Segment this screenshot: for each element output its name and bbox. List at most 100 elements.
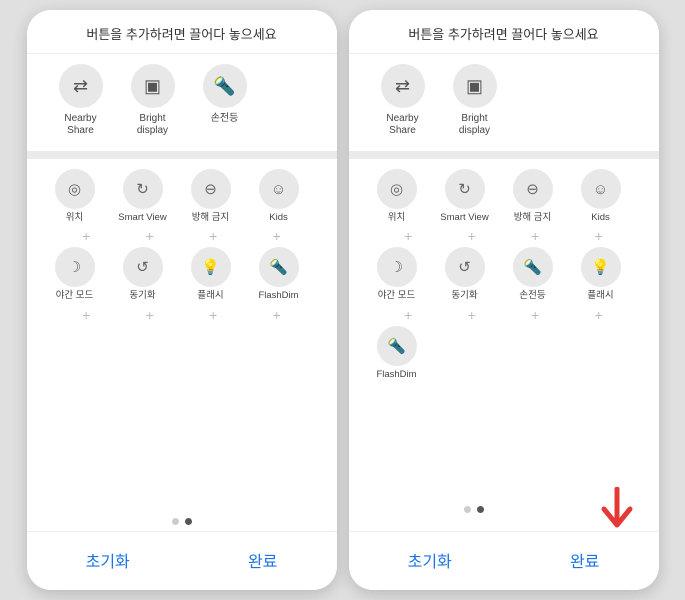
- r-flashlight-icon: 🔦: [513, 247, 553, 287]
- r-dnd-icon: ⊖: [513, 169, 553, 209]
- left-bright-display[interactable]: ▣ Brightdisplay: [117, 64, 189, 137]
- r-dot-1: [464, 506, 471, 513]
- plus-1[interactable]: +: [55, 227, 119, 245]
- left-reset-button[interactable]: 초기화: [56, 544, 160, 576]
- r-plus-5[interactable]: +: [377, 306, 441, 324]
- right-smart-view[interactable]: ↻ Smart View: [431, 169, 499, 223]
- dnd-icon: ⊖: [191, 169, 231, 209]
- r-plus-3[interactable]: +: [504, 227, 568, 245]
- plus-6[interactable]: +: [118, 306, 182, 324]
- down-arrow-container: [599, 485, 651, 531]
- right-flashdim[interactable]: 🔦 FlashDim: [363, 326, 431, 380]
- r-sync-label: 동기화: [451, 290, 477, 301]
- plus-5[interactable]: +: [55, 306, 119, 324]
- bright-display-label-right: Brightdisplay: [459, 113, 490, 137]
- left-panel: 버튼을 추가하려면 끌어다 놓으세요 ⇄ NearbyShare ▣ Brigh…: [27, 10, 337, 590]
- night-mode-icon: ☽: [55, 247, 95, 287]
- left-grid: ◎ 위치 ↻ Smart View ⊖ 방해 금지 ☺ Kids + + + +: [27, 159, 337, 510]
- r-sync-icon: ↺: [445, 247, 485, 287]
- left-smart-view[interactable]: ↻ Smart View: [109, 169, 177, 223]
- plus-3[interactable]: +: [182, 227, 246, 245]
- bright-display-icon-left: ▣: [131, 64, 175, 108]
- right-flash[interactable]: 💡 플래시: [567, 247, 635, 301]
- right-header: 버튼을 추가하려면 끌어다 놓으세요: [349, 10, 659, 54]
- down-arrow-icon: [599, 487, 635, 531]
- left-divider-1: [27, 151, 337, 159]
- location-label: 위치: [66, 212, 83, 223]
- r-night-mode-icon: ☽: [377, 247, 417, 287]
- plus-2[interactable]: +: [118, 227, 182, 245]
- right-panel: 버튼을 추가하려면 끌어다 놓으세요 ⇄ NearbyShare ▣ Brigh…: [349, 10, 659, 590]
- right-grid-row-2: ☽ 야간 모드 ↺ 동기화 🔦 손전등 💡 플래시: [363, 247, 645, 301]
- dnd-label: 방해 금지: [192, 212, 230, 223]
- right-sync[interactable]: ↺ 동기화: [431, 247, 499, 301]
- r-flash-icon: 💡: [581, 247, 621, 287]
- right-bottom-bar: 초기화 완료: [349, 531, 659, 590]
- r-plus-1[interactable]: +: [377, 227, 441, 245]
- nearby-share-label-left: NearbyShare: [64, 113, 96, 137]
- right-grid-row-3: 🔦 FlashDim: [363, 326, 645, 380]
- r-location-label: 위치: [388, 212, 405, 223]
- left-sync[interactable]: ↺ 동기화: [109, 247, 177, 301]
- right-dnd[interactable]: ⊖ 방해 금지: [499, 169, 567, 223]
- r-location-icon: ◎: [377, 169, 417, 209]
- dot-2-active: [185, 518, 192, 525]
- nearby-share-label-right: NearbyShare: [386, 113, 418, 137]
- bright-display-label-left: Brightdisplay: [137, 113, 168, 137]
- left-nearby-share[interactable]: ⇄ NearbyShare: [45, 64, 117, 137]
- plus-4[interactable]: +: [245, 227, 309, 245]
- right-plus-row-2: + + + +: [363, 306, 645, 324]
- left-flashdim[interactable]: 🔦 FlashDim: [245, 247, 313, 301]
- flashdim-label: FlashDim: [258, 290, 298, 301]
- left-dnd[interactable]: ⊖ 방해 금지: [177, 169, 245, 223]
- left-plus-row-1: + + + +: [41, 227, 323, 245]
- r-plus-4[interactable]: +: [567, 227, 631, 245]
- right-night-mode[interactable]: ☽ 야간 모드: [363, 247, 431, 301]
- left-grid-row-1: ◎ 위치 ↻ Smart View ⊖ 방해 금지 ☺ Kids: [41, 169, 323, 223]
- r-smart-view-icon: ↻: [445, 169, 485, 209]
- right-done-button[interactable]: 완료: [540, 544, 629, 576]
- kids-label: Kids: [269, 212, 287, 223]
- kids-icon: ☺: [259, 169, 299, 209]
- r-kids-icon: ☺: [581, 169, 621, 209]
- right-plus-row-1: + + + +: [363, 227, 645, 245]
- left-grid-row-2: ☽ 야간 모드 ↺ 동기화 💡 플래시 🔦 FlashDim: [41, 247, 323, 301]
- dot-1: [172, 518, 179, 525]
- flashdim-icon: 🔦: [259, 247, 299, 287]
- flashlight-label-left: 손전등: [211, 113, 239, 125]
- flashlight-icon-left: 🔦: [203, 64, 247, 108]
- right-top-buttons: ⇄ NearbyShare ▣ Brightdisplay: [349, 54, 659, 151]
- left-location[interactable]: ◎ 위치: [41, 169, 109, 223]
- r-plus-6[interactable]: +: [440, 306, 504, 324]
- left-flash[interactable]: 💡 플래시: [177, 247, 245, 301]
- r-plus-8[interactable]: +: [567, 306, 631, 324]
- left-plus-row-2: + + + +: [41, 306, 323, 324]
- right-reset-button[interactable]: 초기화: [378, 544, 482, 576]
- right-kids[interactable]: ☺ Kids: [567, 169, 635, 223]
- r-flash-label: 플래시: [587, 290, 613, 301]
- left-night-mode[interactable]: ☽ 야간 모드: [41, 247, 109, 301]
- plus-7[interactable]: +: [182, 306, 246, 324]
- left-done-button[interactable]: 완료: [218, 544, 307, 576]
- left-kids[interactable]: ☺ Kids: [245, 169, 313, 223]
- left-flashlight[interactable]: 🔦 손전등: [189, 64, 261, 137]
- r-plus-2[interactable]: +: [440, 227, 504, 245]
- left-header: 버튼을 추가하려면 끌어다 놓으세요: [27, 10, 337, 54]
- r-dot-2-active: [477, 506, 484, 513]
- location-icon: ◎: [55, 169, 95, 209]
- right-grid-row-1: ◎ 위치 ↻ Smart View ⊖ 방해 금지 ☺ Kids: [363, 169, 645, 223]
- nearby-share-icon-right: ⇄: [381, 64, 425, 108]
- right-bright-display[interactable]: ▣ Brightdisplay: [439, 64, 511, 137]
- nearby-share-icon-left: ⇄: [59, 64, 103, 108]
- bright-display-icon-right: ▣: [453, 64, 497, 108]
- right-nearby-share[interactable]: ⇄ NearbyShare: [367, 64, 439, 137]
- right-flashlight[interactable]: 🔦 손전등: [499, 247, 567, 301]
- sync-label: 동기화: [129, 290, 155, 301]
- left-bottom-bar: 초기화 완료: [27, 531, 337, 590]
- r-smart-view-label: Smart View: [440, 212, 488, 223]
- right-location[interactable]: ◎ 위치: [363, 169, 431, 223]
- r-plus-7[interactable]: +: [504, 306, 568, 324]
- right-dots: [349, 498, 599, 519]
- plus-8[interactable]: +: [245, 306, 309, 324]
- r-flashdim-label: FlashDim: [376, 369, 416, 380]
